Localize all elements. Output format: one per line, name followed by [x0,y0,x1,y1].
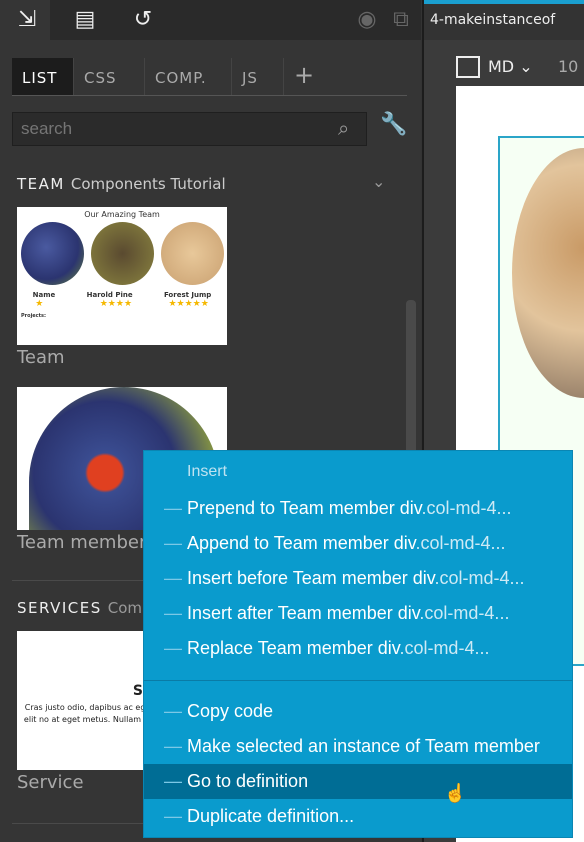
section-services[interactable]: SERVICES Comp [17,599,152,617]
dash-icon: — [164,771,182,791]
menu-item-duplicate-definition[interactable]: — Duplicate definition... [144,799,572,834]
document-tab[interactable]: 4-makeinstanceof [424,0,584,40]
duplicate-icon[interactable]: ⧉ [388,6,414,32]
device-icon[interactable] [456,56,480,78]
section-subtitle: Components Tutorial [70,175,226,193]
eye-icon[interactable]: ◉ [354,6,380,32]
context-menu: Insert — Prepend to Team member div.col-m… [143,450,573,838]
import-icon[interactable]: ⇲ [14,6,40,32]
hand-cursor-icon: ☝ [444,783,467,803]
tools-icon[interactable]: 🔧 [380,112,407,137]
tab-label: COMP. [155,69,207,87]
menu-label: Append to Team member div [187,533,416,553]
section-team[interactable]: TEAM Components Tutorial [17,175,226,193]
dash-icon: — [164,638,182,658]
star-rating: ★ [35,299,64,309]
star-rating: ★★★★ [99,299,133,309]
menu-header: Insert [187,463,228,480]
dash-icon: — [164,701,182,721]
chevron-down-icon[interactable]: ⌄ [372,172,385,191]
dash-icon: — [164,533,182,553]
menu-divider [144,680,572,681]
component-label[interactable]: Team [17,347,65,368]
menu-item-insert-after[interactable]: — Insert after Team member div.col-md-4..… [144,596,572,631]
menu-label: Insert before Team member div [187,568,435,588]
thumb-title: Our Amazing Team [84,210,160,219]
member-name: Name [32,291,56,299]
menu-label: Prepend to Team member div [187,498,422,518]
tab-js[interactable]: JS × [232,58,284,127]
tab-label: LIST [22,69,58,87]
team-thumbnail[interactable]: Our Amazing Team Name Harold Pine Forest… [17,207,227,345]
section-name: SERVICES [17,599,102,617]
menu-label-class: .col-md-4... [415,533,506,553]
search-icon[interactable]: ⌕ [338,116,349,140]
dash-icon: — [164,568,182,588]
undo-icon[interactable]: ↺ [130,6,156,32]
component-label[interactable]: Service [17,772,84,793]
menu-label-class: .col-md-4... [421,498,512,518]
menu-item-go-to-definition[interactable]: — Go to definition [144,764,572,799]
tab-label: CSS [84,69,117,87]
component-label[interactable]: Team member [17,532,146,553]
menu-label: Copy code [187,701,274,721]
owl-photo [90,222,154,285]
dash-icon: — [164,603,182,623]
menu-item-replace[interactable]: — Replace Team member div.col-md-4... [144,631,572,666]
member-name: Harold Pine [86,291,133,299]
tab-label: JS [242,69,258,87]
section-name: TEAM [17,175,65,193]
menu-label-class: .col-md-4... [434,568,525,588]
dash-icon: — [164,806,182,826]
star-rating: ★★★★★ [168,299,209,309]
tab-comp[interactable]: COMP. × [145,58,232,127]
tab-title: 4-makeinstanceof [430,12,556,28]
panel-tabs: LIST CSS × COMP. × JS × + [12,58,407,127]
tab-css[interactable]: CSS × [74,58,145,127]
menu-item-prepend[interactable]: — Prepend to Team member div.col-md-4... [144,491,572,526]
menu-label: Make selected an instance of Team member [187,736,540,756]
projects-label: Projects: [21,313,46,319]
menu-item-make-instance[interactable]: — Make selected an instance of Team membe… [144,729,572,764]
device-label: MD [488,57,515,76]
chevron-down-icon: ⌄ [519,57,533,76]
member-name: Forest Jump [163,291,212,299]
menu-label-class: .col-md-4... [399,638,490,658]
dog-photo [160,222,224,285]
tab-list[interactable]: LIST [12,58,74,95]
device-select[interactable]: MD ⌄ [488,57,533,76]
menu-label: Duplicate definition... [187,806,355,826]
zoom-value[interactable]: 10 [558,57,578,76]
top-toolbar: ⇲ ▤ ↺ ◉ ⧉ [0,0,421,40]
menu-label-class: .col-md-4... [419,603,510,623]
menu-label: Replace Team member div [187,638,400,658]
menu-item-insert-before[interactable]: — Insert before Team member div.col-md-4.… [144,561,572,596]
menu-label: Insert after Team member div [187,603,420,623]
search-input[interactable] [12,112,367,146]
dog-photo [512,148,584,398]
menu-label: Go to definition [187,771,309,791]
menu-item-copy-code[interactable]: — Copy code [144,694,572,729]
parrot-photo [20,222,84,285]
dash-icon: — [164,498,182,518]
menu-item-append[interactable]: — Append to Team member div.col-md-4... [144,526,572,561]
dash-icon: — [164,736,182,756]
scrollbar[interactable] [406,300,416,460]
add-tab-button[interactable]: + [284,58,325,95]
library-icon[interactable]: ▤ [72,6,98,32]
